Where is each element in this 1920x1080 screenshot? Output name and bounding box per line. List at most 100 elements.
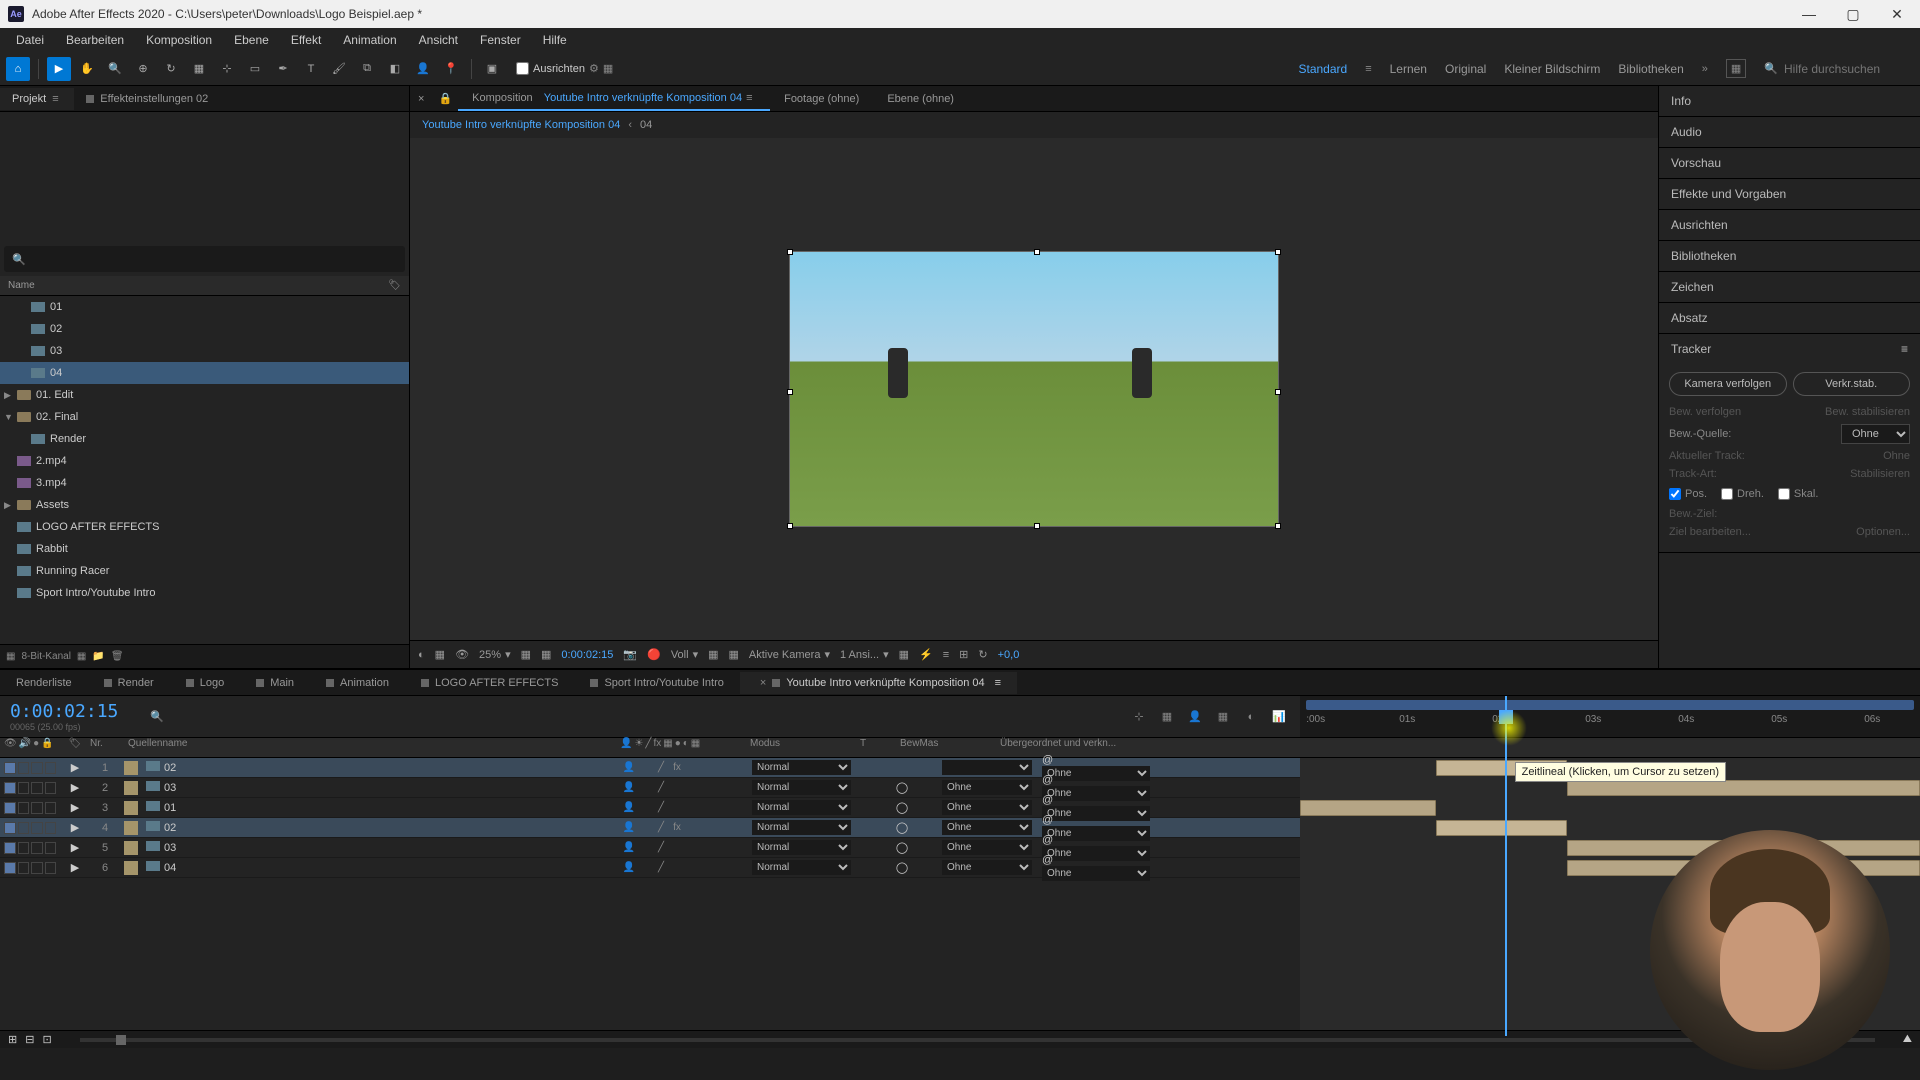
- layer-solo-toggle[interactable]: [31, 842, 43, 854]
- layer-expand-toggle[interactable]: ▶: [60, 801, 90, 814]
- breadcrumb-main[interactable]: Youtube Intro verknüpfte Komposition 04: [422, 119, 620, 131]
- timeline-tab[interactable]: ×Youtube Intro verknüpfte Komposition 04…: [740, 672, 1017, 694]
- layer-trkmat[interactable]: ◯: [862, 841, 942, 854]
- puppet-tool[interactable]: 📍: [439, 57, 463, 81]
- snap-grid-icon[interactable]: ▦: [603, 62, 613, 75]
- layer-collapse-switch[interactable]: [638, 781, 652, 795]
- layer-color-label[interactable]: [124, 841, 138, 855]
- layer-fx-switch[interactable]: [670, 781, 684, 795]
- project-item[interactable]: 3.mp4: [0, 472, 409, 494]
- layer-solo-toggle[interactable]: [31, 782, 43, 794]
- video-col-icon[interactable]: 👁: [4, 738, 17, 757]
- tracker-warp-button[interactable]: Verkr.stab.: [1793, 372, 1911, 396]
- tab-effect-controls[interactable]: Effekteinstellungen 02: [74, 88, 220, 110]
- new-folder-icon[interactable]: 📁: [92, 651, 104, 662]
- layer-solo-toggle[interactable]: [31, 802, 43, 814]
- layer-lock-toggle[interactable]: [45, 782, 57, 794]
- col-bewmas[interactable]: BewMas: [900, 738, 1000, 757]
- layer-motionblur-switch[interactable]: [702, 801, 716, 815]
- layer-motionblur-switch[interactable]: [702, 841, 716, 855]
- layer-name[interactable]: 03: [142, 781, 622, 794]
- timeline-ruler[interactable]: :00s01s02s03s04s05s06s: [1300, 696, 1920, 737]
- quality-col-icon[interactable]: ╱: [645, 738, 651, 757]
- menu-animation[interactable]: Animation: [333, 30, 406, 50]
- menu-ebene[interactable]: Ebene: [224, 30, 279, 50]
- layer-3d-switch[interactable]: [734, 781, 748, 795]
- layer-adjust-switch[interactable]: [718, 841, 732, 855]
- layer-trkmat[interactable]: ◯: [862, 781, 942, 794]
- frameblend-col-icon[interactable]: ▦: [663, 738, 672, 757]
- layer-audio-toggle[interactable]: [18, 862, 30, 874]
- layer-color-label[interactable]: [124, 781, 138, 795]
- toggle-modes-icon[interactable]: ⊟: [25, 1033, 34, 1046]
- layer-video-toggle[interactable]: [4, 842, 16, 854]
- project-item[interactable]: 03: [0, 340, 409, 362]
- timeline-tab[interactable]: Logo: [170, 672, 240, 694]
- layer-mode-select[interactable]: Normal: [752, 800, 851, 815]
- layer-collapse-switch[interactable]: [638, 841, 652, 855]
- layer-solo-toggle[interactable]: [31, 822, 43, 834]
- layer-expand-toggle[interactable]: ▶: [60, 781, 90, 794]
- pickwhip-icon[interactable]: @: [1042, 814, 1053, 826]
- frame-blend-icon[interactable]: ▦: [1212, 706, 1234, 728]
- layer-adjust-switch[interactable]: [718, 801, 732, 815]
- layer-expand-toggle[interactable]: ▶: [60, 821, 90, 834]
- menu-ansicht[interactable]: Ansicht: [409, 30, 468, 50]
- mask-mode[interactable]: ▣: [480, 57, 504, 81]
- layer-quality-switch[interactable]: ╱: [654, 821, 668, 835]
- delete-icon[interactable]: 🗑: [111, 651, 124, 662]
- resolution-dropdown[interactable]: Voll ▾: [671, 648, 698, 661]
- panel-header-effekte-und-vorgaben[interactable]: Effekte und Vorgaben: [1659, 179, 1920, 209]
- project-item[interactable]: Render: [0, 428, 409, 450]
- panel-header-audio[interactable]: Audio: [1659, 117, 1920, 147]
- layer-name[interactable]: 02: [142, 761, 622, 774]
- alpha-icon[interactable]: ◐: [418, 649, 425, 661]
- comp-canvas[interactable]: [789, 251, 1279, 527]
- motionblur-col-icon[interactable]: ●: [675, 738, 681, 757]
- layer-trkmat-select[interactable]: Ohne: [942, 800, 1032, 815]
- layer-quality-switch[interactable]: ╱: [654, 841, 668, 855]
- comp-tab-lock[interactable]: ×: [410, 88, 432, 110]
- fx-col-icon[interactable]: fx: [653, 738, 661, 757]
- layer-3d-switch[interactable]: [734, 821, 748, 835]
- brush-tool[interactable]: 🖌: [327, 57, 351, 81]
- layer-collapse-switch[interactable]: [638, 821, 652, 835]
- layer-shy-switch[interactable]: 👤: [622, 821, 636, 835]
- roi-icon[interactable]: ▦: [708, 648, 718, 661]
- timeline-tab[interactable]: Animation: [310, 672, 405, 694]
- lock-col-icon[interactable]: 🔒: [41, 738, 53, 757]
- comp-tab-layer-lock[interactable]: 🔒: [432, 87, 458, 110]
- layer-motionblur-switch[interactable]: [702, 821, 716, 835]
- col-num[interactable]: Nr.: [90, 738, 120, 757]
- layer-video-toggle[interactable]: [4, 782, 16, 794]
- pixel-aspect-icon[interactable]: ▦: [899, 648, 909, 661]
- comp-tab-active[interactable]: Komposition Youtube Intro verknüpfte Kom…: [458, 87, 770, 111]
- tracker-header[interactable]: Tracker ≡: [1659, 334, 1920, 364]
- audio-col-icon[interactable]: 🔊: [19, 738, 31, 757]
- layer-trkmat[interactable]: ◯: [862, 801, 942, 814]
- clone-tool[interactable]: ⧉: [355, 57, 379, 81]
- layer-color-label[interactable]: [124, 861, 138, 875]
- layer-name[interactable]: 03: [142, 841, 622, 854]
- layer-audio-toggle[interactable]: [18, 822, 30, 834]
- anchor-tool[interactable]: ⊹: [215, 57, 239, 81]
- pickwhip-icon[interactable]: @: [1042, 754, 1053, 766]
- pickwhip-icon[interactable]: @: [1042, 774, 1053, 786]
- timeline-zoom-slider[interactable]: [80, 1038, 1875, 1042]
- layer-3d-switch[interactable]: [734, 861, 748, 875]
- layer-shy-switch[interactable]: 👤: [622, 761, 636, 775]
- layer-trkmat-select[interactable]: Ohne: [942, 780, 1032, 795]
- breadcrumb-sub[interactable]: 04: [640, 119, 652, 131]
- project-item[interactable]: ▼02. Final: [0, 406, 409, 428]
- project-search[interactable]: 🔍: [4, 246, 405, 272]
- layer-expand-toggle[interactable]: ▶: [60, 761, 90, 774]
- layer-fx-switch[interactable]: fx: [670, 821, 684, 835]
- layer-fx-switch[interactable]: [670, 841, 684, 855]
- timeline-tab[interactable]: LOGO AFTER EFFECTS: [405, 672, 574, 694]
- layer-color-label[interactable]: [124, 821, 138, 835]
- text-tool[interactable]: T: [299, 57, 323, 81]
- graph-editor-icon[interactable]: 📊: [1268, 706, 1290, 728]
- layer-motionblur-switch[interactable]: [702, 861, 716, 875]
- col-name[interactable]: Quellenname: [120, 738, 620, 757]
- transparency-icon[interactable]: ▦: [729, 648, 739, 661]
